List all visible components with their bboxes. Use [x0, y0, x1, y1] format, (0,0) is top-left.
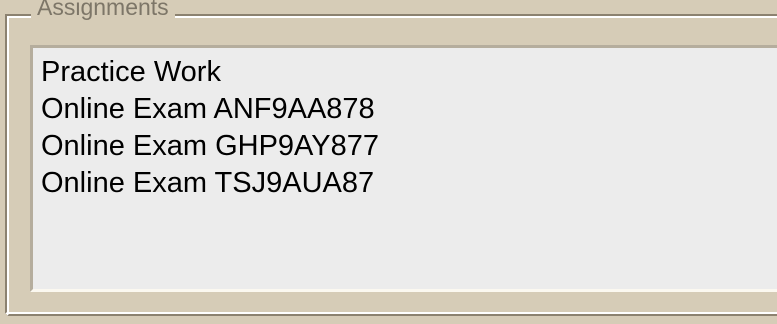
list-item-practice-work[interactable]: Practice Work — [33, 54, 777, 91]
list-item-online-exam-tsj9aua87[interactable]: Online Exam TSJ9AUA87 — [33, 165, 777, 202]
list-item-online-exam-ghp9ay877[interactable]: Online Exam GHP9AY877 — [33, 128, 777, 165]
assignments-panel: Assignments Practice Work Online Exam AN… — [0, 0, 777, 324]
list-item-online-exam-anf9aa878[interactable]: Online Exam ANF9AA878 — [33, 91, 777, 128]
assignments-listbox[interactable]: Practice Work Online Exam ANF9AA878 Onli… — [30, 45, 777, 292]
groupbox-title: Assignments — [31, 0, 175, 22]
